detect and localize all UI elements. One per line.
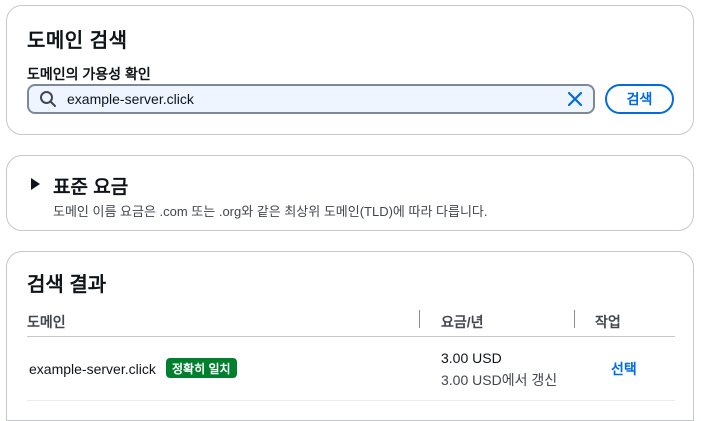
column-header-price: 요금/년	[441, 314, 484, 330]
table-header-divider	[27, 336, 675, 337]
close-icon[interactable]	[567, 91, 583, 107]
column-divider[interactable]	[574, 310, 575, 328]
result-domain-name: example-server.click	[29, 361, 156, 377]
availability-field-label: 도메인의 가용성 확인	[27, 66, 151, 82]
search-section-title: 도메인 검색	[27, 30, 128, 52]
select-domain-button[interactable]: 선택	[611, 359, 637, 379]
result-renewal-price: 3.00 USD에서 갱신	[441, 372, 558, 388]
search-button[interactable]: 검색	[605, 84, 674, 114]
exact-match-badge: 정확히 일치	[166, 358, 237, 378]
table-row-divider	[27, 400, 675, 401]
caret-right-icon[interactable]	[31, 178, 40, 190]
domain-search-input[interactable]	[67, 87, 567, 111]
results-section-title: 검색 결과	[27, 274, 107, 296]
standard-pricing-toggle[interactable]: 표준 요금	[53, 172, 128, 199]
domain-search-box[interactable]	[27, 84, 595, 114]
standard-pricing-card: 표준 요금 도메인 이름 요금은 .com 또는 .org와 같은 최상위 도메…	[6, 155, 694, 231]
standard-pricing-description: 도메인 이름 요금은 .com 또는 .org와 같은 최상위 도메인(TLD)…	[53, 204, 488, 219]
result-price: 3.00 USD	[441, 350, 502, 366]
search-icon	[40, 91, 56, 107]
column-divider[interactable]	[419, 310, 420, 328]
domain-search-card: 도메인 검색 도메인의 가용성 확인 검색	[6, 5, 694, 135]
search-results-card: 검색 결과 도메인 요금/년 작업 example-server.click 정…	[6, 251, 694, 421]
column-header-domain: 도메인	[27, 314, 66, 330]
column-header-action: 작업	[595, 314, 621, 330]
